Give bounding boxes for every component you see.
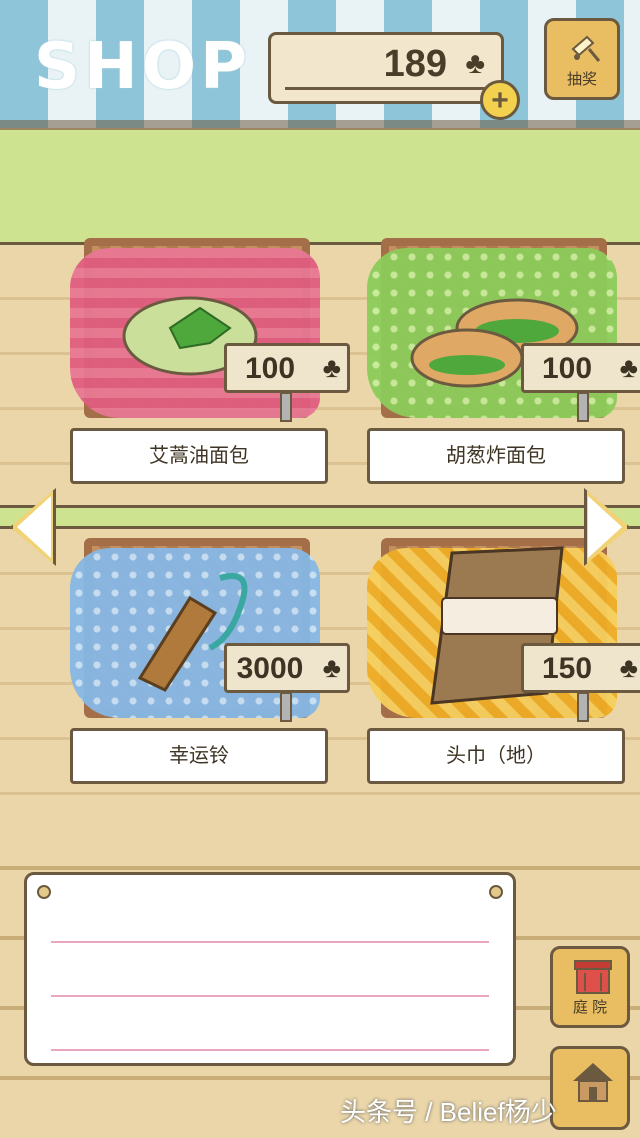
shop-item-3[interactable]: 3000 ♣ 幸运铃 (70, 538, 350, 793)
tag-chain (577, 692, 589, 722)
shop-item-2[interactable]: 100 ♣ 胡葱炸面包 (367, 238, 640, 493)
pin-icon (37, 885, 51, 899)
price-value: 150 (541, 652, 593, 685)
ruled-line (51, 941, 489, 943)
clover-icon: ♣ (322, 352, 341, 383)
shop-item-4[interactable]: 150 ♣ 头巾（地） (367, 538, 640, 793)
shelf-rail (0, 505, 640, 529)
bell-lottery-icon (571, 35, 601, 62)
page-title: SHOP (34, 30, 251, 104)
tag-chain (280, 392, 292, 422)
currency-display: 189 ♣ (268, 32, 504, 104)
item-description-panel (24, 872, 516, 1066)
tag-chain (280, 692, 292, 722)
item-name: 头巾（地） (367, 728, 625, 784)
tag-chain (577, 392, 589, 422)
pin-icon (489, 885, 503, 899)
price-value: 100 (541, 352, 593, 385)
price-value: 3000 (236, 652, 304, 685)
price-tag: 100 ♣ (224, 343, 350, 393)
awning-shadow (0, 120, 640, 130)
price-tag: 3000 ♣ (224, 643, 350, 693)
wall-band (0, 130, 640, 245)
price-tag: 100 ♣ (521, 343, 640, 393)
currency-value: 189 (383, 43, 447, 85)
clover-icon: ♣ (322, 652, 341, 683)
currency-underline (285, 87, 487, 90)
item-name: 幸运铃 (70, 728, 328, 784)
gate-icon (574, 960, 612, 994)
watermark: 头条号 / Belief杨少 (340, 1097, 557, 1127)
ruled-line (51, 1049, 489, 1051)
add-currency-button[interactable]: + (480, 80, 520, 120)
house-icon (573, 1063, 613, 1102)
home-button[interactable] (550, 1046, 630, 1130)
yard-button[interactable]: 庭 院 (550, 946, 630, 1028)
item-name: 艾蒿油面包 (70, 428, 328, 484)
clover-icon: ♣ (619, 652, 638, 683)
clover-icon: ♣ (619, 352, 638, 383)
yard-label: 庭 院 (572, 999, 608, 1016)
gacha-button[interactable]: 抽奖 (544, 18, 620, 100)
gacha-label: 抽奖 (566, 71, 597, 88)
clover-icon: ♣ (465, 47, 485, 80)
ruled-line (51, 995, 489, 997)
price-tag: 150 ♣ (521, 643, 640, 693)
shop-item-1[interactable]: 100 ♣ 艾蒿油面包 (70, 238, 350, 493)
price-value: 100 (244, 352, 296, 385)
item-name: 胡葱炸面包 (367, 428, 625, 484)
